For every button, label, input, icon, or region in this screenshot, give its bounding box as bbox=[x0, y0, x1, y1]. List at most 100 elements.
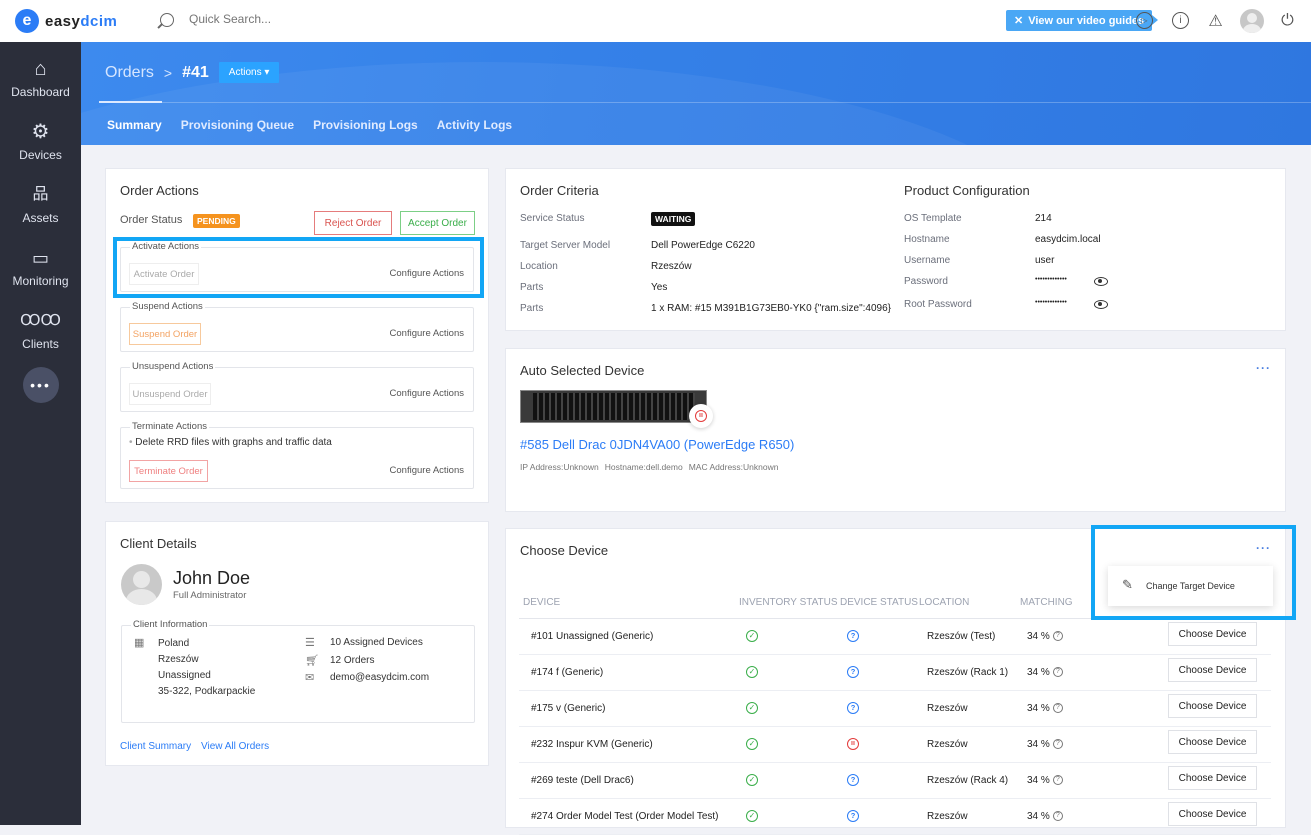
help-icon[interactable]: ? bbox=[1052, 775, 1063, 786]
order-status-label: Order Status bbox=[120, 214, 183, 226]
client-country: Poland bbox=[158, 638, 190, 649]
configure-actions-link[interactable]: Configure Actions bbox=[390, 388, 464, 399]
config-label: Hostname bbox=[904, 234, 950, 245]
terminate-order-button[interactable]: Terminate Order bbox=[129, 460, 208, 482]
fieldset-legend: Suspend Actions bbox=[130, 301, 205, 312]
help-icon[interactable]: ? bbox=[1052, 811, 1063, 822]
column-header-device-status[interactable]: DEVICE STATUS bbox=[840, 597, 918, 608]
choose-device-button[interactable]: Choose Device bbox=[1168, 766, 1257, 790]
sidebar-item-monitoring[interactable]: ▭ Monitoring bbox=[0, 235, 81, 298]
column-header-location[interactable]: LOCATION bbox=[919, 597, 969, 608]
logo-icon: e bbox=[15, 9, 39, 33]
choose-device-button[interactable]: Choose Device bbox=[1168, 658, 1257, 682]
warning-icon[interactable]: ⚠ bbox=[1207, 12, 1224, 30]
hierarchy-icon: 品 bbox=[32, 185, 49, 203]
config-label: OS Template bbox=[904, 213, 962, 224]
criteria-value: Rzeszów bbox=[651, 261, 692, 272]
client-orders[interactable]: 12 Orders bbox=[330, 655, 374, 666]
sidebar-item-assets[interactable]: 品 Assets bbox=[0, 172, 81, 235]
play-icon[interactable]: ▷ bbox=[1136, 12, 1153, 29]
suspend-order-button[interactable]: Suspend Order bbox=[129, 323, 201, 345]
fieldset-legend: Activate Actions bbox=[130, 241, 202, 252]
choose-device-button[interactable]: Choose Device bbox=[1168, 730, 1257, 754]
terminate-note: Delete RRD files with graphs and traffic… bbox=[135, 437, 332, 448]
power-icon[interactable]: ⏻ bbox=[1279, 12, 1296, 29]
config-label: Username bbox=[904, 255, 951, 266]
device-name[interactable]: #274 Order Model Test (Order Model Test) bbox=[531, 811, 719, 822]
search-icon[interactable] bbox=[160, 13, 174, 27]
choose-device-button[interactable]: Choose Device bbox=[1168, 802, 1257, 826]
change-target-device-item[interactable]: Change Target Device bbox=[1146, 581, 1235, 591]
criteria-label: Service Status bbox=[520, 213, 585, 224]
user-avatar[interactable] bbox=[1240, 9, 1264, 33]
client-email[interactable]: demo@easydcim.com bbox=[330, 672, 429, 683]
check-circle-icon: ✓ bbox=[746, 666, 758, 678]
reject-order-button[interactable]: Reject Order bbox=[314, 211, 392, 235]
device-name[interactable]: #174 f (Generic) bbox=[531, 667, 603, 678]
question-icon: ? bbox=[847, 702, 859, 714]
eye-icon[interactable] bbox=[1094, 300, 1108, 309]
device-name[interactable]: #101 Unassigned (Generic) bbox=[531, 631, 653, 642]
tab-activity-logs[interactable]: Activity Logs bbox=[437, 118, 512, 132]
sidebar-item-devices[interactable]: ⚙ Devices bbox=[0, 109, 81, 172]
help-icon[interactable]: ? bbox=[1052, 631, 1063, 642]
configure-actions-link[interactable]: Configure Actions bbox=[390, 465, 464, 476]
device-link[interactable]: #585 Dell Drac 0JDN4VA00 (PowerEdge R650… bbox=[520, 437, 794, 452]
configure-actions-link[interactable]: Configure Actions bbox=[390, 268, 464, 279]
home-icon: ⌂ bbox=[34, 57, 47, 80]
config-value: 214 bbox=[1035, 213, 1052, 224]
column-header-inventory-status[interactable]: INVENTORY STATUS bbox=[739, 597, 838, 608]
order-criteria-card: Order Criteria Service Status WAITING Ta… bbox=[505, 168, 1286, 331]
question-icon: ? bbox=[847, 774, 859, 786]
question-icon: ? bbox=[847, 810, 859, 822]
help-icon[interactable]: ? bbox=[1052, 667, 1063, 678]
video-guides-banner[interactable]: ✕ View our video guides bbox=[1006, 10, 1159, 31]
column-header-matching[interactable]: MATCHING bbox=[1020, 597, 1073, 608]
sidebar-item-clients[interactable]: ꝎꝎ Clients bbox=[0, 298, 81, 361]
choose-device-button[interactable]: Choose Device bbox=[1168, 694, 1257, 718]
fieldset-legend: Client Information bbox=[131, 619, 210, 630]
more-options-icon[interactable]: ··· bbox=[1256, 541, 1271, 555]
view-all-orders-link[interactable]: View All Orders bbox=[201, 741, 269, 752]
table-row: #274 Order Model Test (Order Model Test)… bbox=[519, 799, 1271, 835]
table-row: #174 f (Generic) ✓? Rzeszów (Rack 1) 34 %? C… bbox=[519, 655, 1271, 691]
eye-icon[interactable] bbox=[1094, 277, 1108, 286]
device-name[interactable]: #232 Inspur KVM (Generic) bbox=[531, 739, 653, 750]
column-header-device[interactable]: DEVICE bbox=[523, 597, 560, 608]
tab-provisioning-logs[interactable]: Provisioning Logs bbox=[313, 118, 418, 132]
tabs-divider bbox=[99, 102, 1311, 103]
accept-order-button[interactable]: Accept Order bbox=[400, 211, 475, 235]
activate-order-button[interactable]: Activate Order bbox=[129, 263, 199, 285]
unsuspend-order-button[interactable]: Unsuspend Order bbox=[129, 383, 211, 405]
client-role: Full Administrator bbox=[173, 590, 247, 601]
monitor-icon: ▭ bbox=[31, 247, 49, 268]
criteria-label: Parts bbox=[520, 282, 544, 293]
configure-actions-link[interactable]: Configure Actions bbox=[390, 328, 464, 339]
help-icon[interactable]: ? bbox=[1052, 703, 1063, 714]
client-city: Rzeszów bbox=[158, 654, 199, 665]
breadcrumb-orders[interactable]: Orders bbox=[105, 64, 154, 82]
more-menu-button[interactable]: ••• bbox=[22, 367, 59, 403]
card-title: Client Details bbox=[120, 536, 197, 551]
help-icon[interactable]: ? bbox=[1052, 739, 1063, 750]
sidebar-item-label: Devices bbox=[19, 147, 62, 162]
actions-dropdown-button[interactable]: Actions ▾ bbox=[218, 62, 280, 83]
search-input[interactable] bbox=[189, 12, 389, 26]
device-name[interactable]: #175 v (Generic) bbox=[531, 703, 605, 714]
tabs: Summary Provisioning Queue Provisioning … bbox=[107, 118, 512, 132]
tab-provisioning-queue[interactable]: Provisioning Queue bbox=[181, 118, 294, 132]
tab-summary[interactable]: Summary bbox=[107, 118, 162, 132]
client-group: Unassigned bbox=[158, 670, 211, 681]
client-name[interactable]: John Doe bbox=[173, 568, 250, 589]
device-image bbox=[520, 390, 707, 423]
logo[interactable]: e easydcim bbox=[15, 9, 117, 33]
choose-device-button[interactable]: Choose Device bbox=[1168, 622, 1257, 646]
info-icon[interactable]: i bbox=[1172, 12, 1189, 29]
device-name[interactable]: #269 teste (Dell Drac6) bbox=[531, 775, 634, 786]
more-options-dropdown: ✎ Change Target Device bbox=[1108, 566, 1273, 606]
more-options-icon[interactable]: ··· bbox=[1256, 361, 1271, 375]
assigned-devices[interactable]: 10 Assigned Devices bbox=[330, 637, 423, 648]
sidebar-item-dashboard[interactable]: ⌂ Dashboard bbox=[0, 46, 81, 109]
client-summary-link[interactable]: Client Summary bbox=[120, 741, 191, 752]
close-icon[interactable]: ✕ bbox=[1014, 14, 1023, 27]
